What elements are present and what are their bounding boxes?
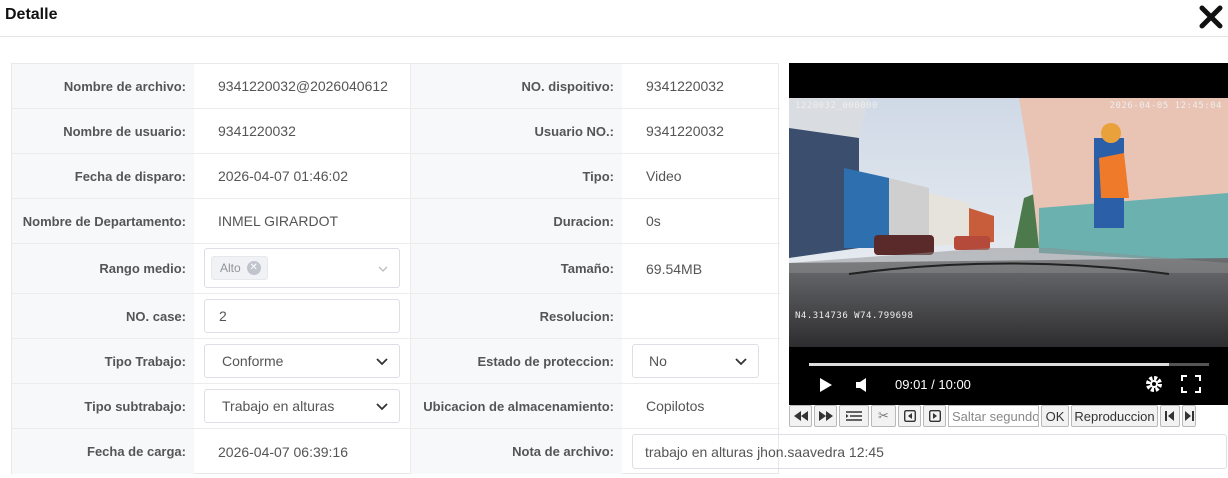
video-overlay-id: 1220032_000000	[795, 101, 878, 111]
value-departamento: INMEL GIRARDOT	[194, 199, 411, 243]
tag-remove-icon[interactable]: ✕	[246, 261, 261, 275]
rango-medio-tag: Alto ✕	[211, 256, 268, 280]
label-resolucion: Resolucion:	[411, 294, 622, 338]
detail-row: Fecha de disparo: 2026-04-07 01:46:02 Ti…	[12, 154, 780, 199]
value-fecha-carga: 2026-04-07 06:39:16	[194, 429, 411, 474]
detail-row: Nombre de Departamento: INMEL GIRARDOT D…	[12, 199, 780, 244]
list-icon[interactable]	[839, 405, 869, 427]
video-player[interactable]: 1220032_000000 2026-04-05 12:45:04 N4.31…	[789, 63, 1228, 405]
fast-forward-icon[interactable]	[814, 405, 837, 427]
nota-archivo-value: trabajo en alturas jhon.saavedra 12:45	[645, 443, 884, 460]
video-overlay-gps: N4.314736 W74.799698	[795, 311, 914, 321]
player-toolbar: ✂ Saltar segundos OK Reproduccion	[789, 404, 1228, 428]
seek-seconds-input[interactable]: Saltar segundos	[948, 405, 1039, 427]
volume-icon[interactable]	[855, 377, 869, 393]
tipo-trabajo-value: Conforme	[222, 353, 284, 369]
label-nota-archivo: Nota de archivo:	[411, 429, 622, 474]
chevron-down-icon	[376, 403, 388, 411]
dialog-header: Detalle	[0, 0, 1228, 37]
label-fecha-carga: Fecha de carga:	[12, 429, 194, 474]
ok-button[interactable]: OK	[1041, 405, 1069, 427]
nota-archivo-input[interactable]: trabajo en alturas jhon.saavedra 12:45	[632, 434, 1227, 469]
video-progress-fill	[809, 363, 1169, 366]
tipo-subtrabajo-select[interactable]: Trabajo en alturas	[204, 389, 400, 423]
prev-frame-icon[interactable]	[898, 405, 921, 427]
gear-icon[interactable]	[1144, 374, 1164, 394]
no-case-value: 2	[219, 308, 227, 324]
value-tipo: Video	[646, 168, 682, 184]
estado-proteccion-value: No	[649, 353, 667, 369]
detail-row: Nombre de usuario: 9341220032 Usuario NO…	[12, 109, 780, 154]
rango-medio-select[interactable]: Alto ✕	[204, 248, 400, 288]
label-estado-proteccion: Estado de proteccion:	[411, 339, 622, 383]
value-resolucion	[622, 294, 780, 338]
fullscreen-icon[interactable]	[1181, 375, 1201, 393]
value-ubicacion: Copilotos	[646, 398, 705, 414]
label-usuario-no: Usuario NO.:	[411, 109, 622, 153]
label-tipo-trabajo: Tipo Trabajo:	[12, 339, 194, 383]
dashcam-frame-image	[789, 98, 1228, 347]
label-nombre-archivo: Nombre de archivo:	[12, 64, 194, 108]
scissors-icon[interactable]: ✂	[871, 405, 896, 427]
close-icon[interactable]	[1198, 4, 1224, 30]
next-frame-icon[interactable]	[923, 405, 946, 427]
label-tamano: Tamaño:	[411, 244, 622, 293]
label-tipo-subtrabajo: Tipo subtrabajo:	[12, 384, 194, 428]
chevron-down-icon	[376, 358, 388, 366]
video-overlay-timestamp: 2026-04-05 12:45:04	[1109, 101, 1222, 111]
video-frame[interactable]: 1220032_000000 2026-04-05 12:45:04 N4.31…	[789, 98, 1228, 347]
value-no-dispositivo: 9341220032	[646, 78, 724, 94]
tipo-trabajo-select[interactable]: Conforme	[204, 344, 400, 378]
dialog-title: Detalle	[5, 6, 58, 23]
detail-row: Nombre de archivo: 9341220032@2026040612…	[12, 64, 780, 109]
rango-medio-tag-label: Alto	[220, 261, 241, 275]
label-no-case: NO. case:	[12, 294, 194, 338]
label-fecha-disparo: Fecha de disparo:	[12, 154, 194, 198]
label-rango-medio: Rango medio:	[12, 244, 194, 293]
label-no-dispositivo: NO. dispoitivo:	[411, 64, 622, 108]
video-time: 09:01 / 10:00	[895, 377, 971, 392]
value-nombre-archivo: 9341220032@2026040612	[194, 64, 411, 108]
no-case-input[interactable]: 2	[204, 299, 400, 333]
seek-seconds-placeholder: Saltar segundos	[952, 408, 1039, 424]
value-fecha-disparo: 2026-04-07 01:46:02	[194, 154, 411, 198]
skip-start-icon[interactable]	[1160, 405, 1180, 427]
chevron-down-icon	[378, 266, 388, 272]
rewind-icon[interactable]	[789, 405, 812, 427]
value-usuario-no: 9341220032	[646, 123, 724, 139]
label-ubicacion: Ubicacion de almacenamiento:	[411, 384, 622, 428]
label-duracion: Duracion:	[411, 199, 622, 243]
value-duracion: 0s	[646, 213, 661, 229]
estado-proteccion-select[interactable]: No	[632, 344, 759, 378]
tipo-subtrabajo-value: Trabajo en alturas	[222, 398, 335, 414]
value-tamano: 69.54MB	[646, 260, 703, 277]
label-nombre-usuario: Nombre de usuario:	[12, 109, 194, 153]
video-progress-bar[interactable]	[809, 363, 1209, 366]
skip-end-icon[interactable]	[1182, 405, 1196, 427]
label-tipo: Tipo:	[411, 154, 622, 198]
label-departamento: Nombre de Departamento:	[12, 199, 194, 243]
chevron-down-icon	[735, 358, 747, 366]
reproduccion-button[interactable]: Reproduccion	[1071, 405, 1158, 427]
value-nombre-usuario: 9341220032	[194, 109, 411, 153]
play-icon[interactable]	[819, 377, 833, 393]
